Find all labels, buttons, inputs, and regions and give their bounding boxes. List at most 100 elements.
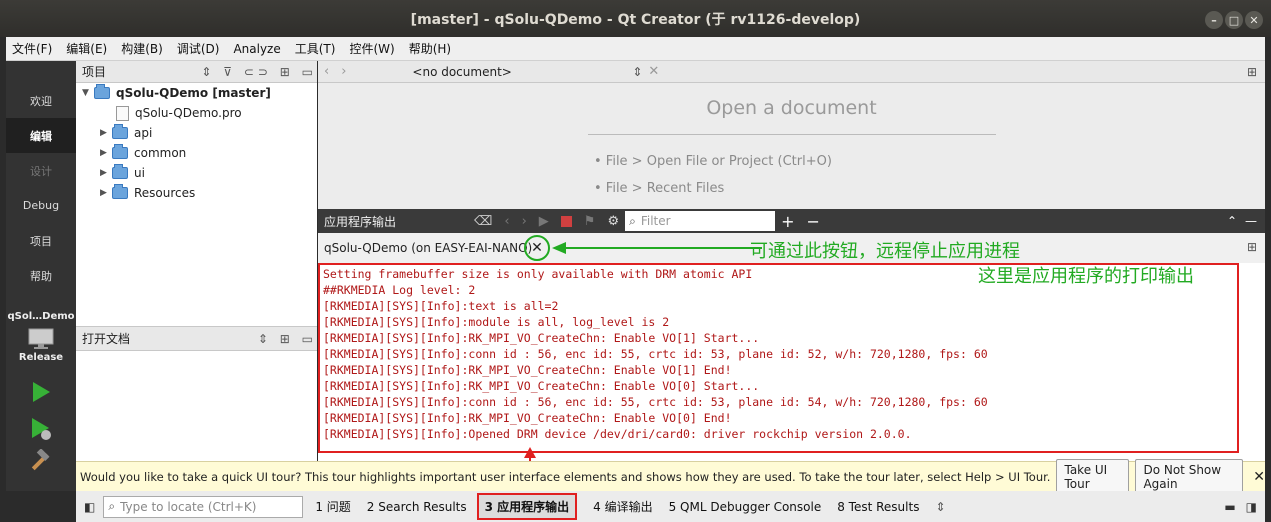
tree-item-common[interactable]: ▶ common [100,143,186,163]
log-line: [RKMEDIA][SYS][Info]:conn id : 56, enc i… [323,395,988,409]
maximize-pane-icon[interactable]: ⌃ [1227,214,1237,228]
menu-tools[interactable]: 工具(T) [295,40,336,57]
progress-icon[interactable]: ▬ [1224,500,1235,514]
take-ui-tour-button[interactable]: Take UI Tour [1056,458,1130,495]
menu-help[interactable]: 帮助(H) [409,40,451,57]
log-line: [RKMEDIA][SYS][Info]:module is all, log_… [323,315,670,329]
pane-compile-output[interactable]: 4 编译输出 [593,498,652,515]
window-titlebar: [master] - qSolu-QDemo - Qt Creator (于 r… [0,0,1271,37]
pane-tools-icon[interactable]: ⇕ ⊽ ⊂⊃ ⊞ ▭ [201,65,317,79]
collapse-arrow-icon[interactable]: ▶ [100,128,112,138]
next-icon[interactable]: › [522,214,527,229]
pane-qml-debugger[interactable]: 5 QML Debugger Console [669,500,822,514]
output-tabs: qSolu-QDemo (on EASY-EAI-NANO) ✕ 可通过此按钮，… [318,233,1265,263]
run-icon[interactable] [6,381,76,403]
tree-item-pro[interactable]: qSolu-QDemo.pro [116,103,242,123]
open-documents-list[interactable] [76,351,317,461]
tree-item-label: ui [134,166,145,180]
log-line: [RKMEDIA][SYS][Info]:RK_MPI_VO_CreateChn… [323,331,760,345]
collapse-arrow-icon[interactable]: ▶ [100,168,112,178]
locate-input[interactable]: ⌕ Type to locate (Ctrl+K) [103,495,304,518]
application-output-log[interactable]: Setting framebuffer size is only availab… [318,263,1265,469]
open-documents-title[interactable]: 打开文档 [82,330,130,347]
close-document-icon[interactable]: ✕ [648,64,659,79]
mode-debug[interactable]: Debug [6,188,76,223]
log-line: [RKMEDIA][SYS][Info]:RK_MPI_VO_CreateChn… [323,411,732,425]
status-bar: ◧ ⌕ Type to locate (Ctrl+K) 1 问题 2 Searc… [76,491,1265,522]
do-not-show-again-button[interactable]: Do Not Show Again [1135,458,1244,495]
kit-build-label[interactable]: Release [6,352,76,363]
document-selector[interactable]: <no document> ⇕ [412,65,642,79]
window-title: [master] - qSolu-QDemo - Qt Creator (于 r… [410,11,861,28]
menu-analyze[interactable]: Analyze [233,42,280,56]
editor-area[interactable]: Open a document • File > Open File or Pr… [318,83,1265,209]
log-line: [RKMEDIA][SYS][Info]:RK_MPI_VO_CreateChn… [323,379,760,393]
gear-icon[interactable]: ⚙ [607,214,619,229]
tree-item-ui[interactable]: ▶ ui [100,163,145,183]
tree-root[interactable]: ▼ qSolu-QDemo [master] [82,83,271,103]
expand-arrow-icon[interactable]: ▼ [82,88,94,98]
mode-help[interactable]: 帮助 [6,258,76,293]
open-documents-header: 打开文档 ⇕ ⊞ ▭ [76,326,317,351]
minimize-icon[interactable]: – [1205,11,1223,29]
debug-run-icon[interactable] [6,417,76,441]
menu-debug[interactable]: 调试(D) [177,40,220,57]
open-document-title: Open a document [706,97,877,119]
mode-design[interactable]: 设计 [6,153,76,188]
monitor-icon[interactable] [6,328,76,350]
hint-recent-files[interactable]: • File > Recent Files [594,181,724,196]
pane-tools-icon[interactable]: ⇕ ⊞ ▭ [258,332,317,346]
mode-welcome[interactable]: 欢迎 [6,83,76,118]
clean-icon[interactable]: ⌫ [474,214,492,229]
collapse-arrow-icon[interactable]: ▶ [100,188,112,198]
filter-input[interactable]: ⌕ Filter [625,211,776,231]
menu-edit[interactable]: 编辑(E) [66,40,107,57]
kit-project-label[interactable]: qSol…Demo [6,311,76,322]
forward-icon[interactable]: › [341,64,346,79]
tour-message: Would you like to take a quick UI tour? … [80,469,1051,484]
menu-bar: 文件(F) 编辑(E) 构建(B) 调试(D) Analyze 工具(T) 控件… [6,37,1265,61]
tree-item-resources[interactable]: ▶ Resources [100,183,195,203]
pane-issues[interactable]: 1 问题 [315,498,350,515]
filter-placeholder: Filter [640,214,671,228]
tree-item-label: qSolu-QDemo.pro [135,106,242,120]
hint-open-file[interactable]: • File > Open File or Project (Ctrl+O) [594,154,832,169]
pane-search-results[interactable]: 2 Search Results [367,500,467,514]
split-icon[interactable]: ⊞ [1247,65,1257,79]
menu-controls[interactable]: 控件(W) [349,40,394,57]
tree-item-label: api [134,126,153,140]
stop-remote-process-button[interactable]: ✕ [524,235,550,261]
ui-tour-bar: Would you like to take a quick UI tour? … [76,458,1265,495]
more-panes-icon[interactable]: ⇕ [935,500,945,514]
close-icon[interactable]: ✕ [1245,11,1263,29]
mode-projects[interactable]: 项目 [6,223,76,258]
build-hammer-icon[interactable] [6,449,76,473]
tree-item-api[interactable]: ▶ api [100,123,152,143]
zoom-in-icon[interactable]: + [781,212,794,231]
menu-file[interactable]: 文件(F) [12,40,52,57]
toggle-sidebar-icon[interactable]: ◧ [84,500,95,514]
close-pane-icon[interactable]: — [1245,214,1257,228]
pane-application-output[interactable]: 3 应用程序输出 [476,493,578,520]
menu-build[interactable]: 构建(B) [121,40,163,57]
toggle-right-sidebar-icon[interactable]: ◨ [1246,500,1257,514]
prev-icon[interactable]: ‹ [504,214,509,229]
close-tour-icon[interactable]: ✕ [1253,469,1265,485]
output-pane-title: 应用程序输出 [324,214,397,229]
search-icon: ⌕ [108,499,116,513]
mode-selector: 欢迎 编辑 设计 Debug 项目 帮助 qSol…Demo Release [6,61,76,491]
rerun-icon[interactable]: ▶ [539,214,549,229]
back-icon[interactable]: ‹ [324,64,329,79]
mode-edit[interactable]: 编辑 [6,118,76,153]
app-output-tab[interactable]: qSolu-QDemo (on EASY-EAI-NANO) [324,233,532,263]
projects-pane-title[interactable]: 项目 [82,63,106,80]
pane-test-results[interactable]: 8 Test Results [837,500,919,514]
attach-debugger-icon[interactable]: ⚑ [584,214,596,229]
tab-menu-icon[interactable]: ⊞ [1247,240,1257,254]
maximize-icon[interactable]: □ [1225,11,1243,29]
collapse-arrow-icon[interactable]: ▶ [100,148,112,158]
file-icon [116,105,129,121]
app-output-tab-label: qSolu-QDemo (on EASY-EAI-NANO) [324,241,533,255]
zoom-out-icon[interactable]: − [807,212,820,231]
stop-icon[interactable] [560,215,572,227]
